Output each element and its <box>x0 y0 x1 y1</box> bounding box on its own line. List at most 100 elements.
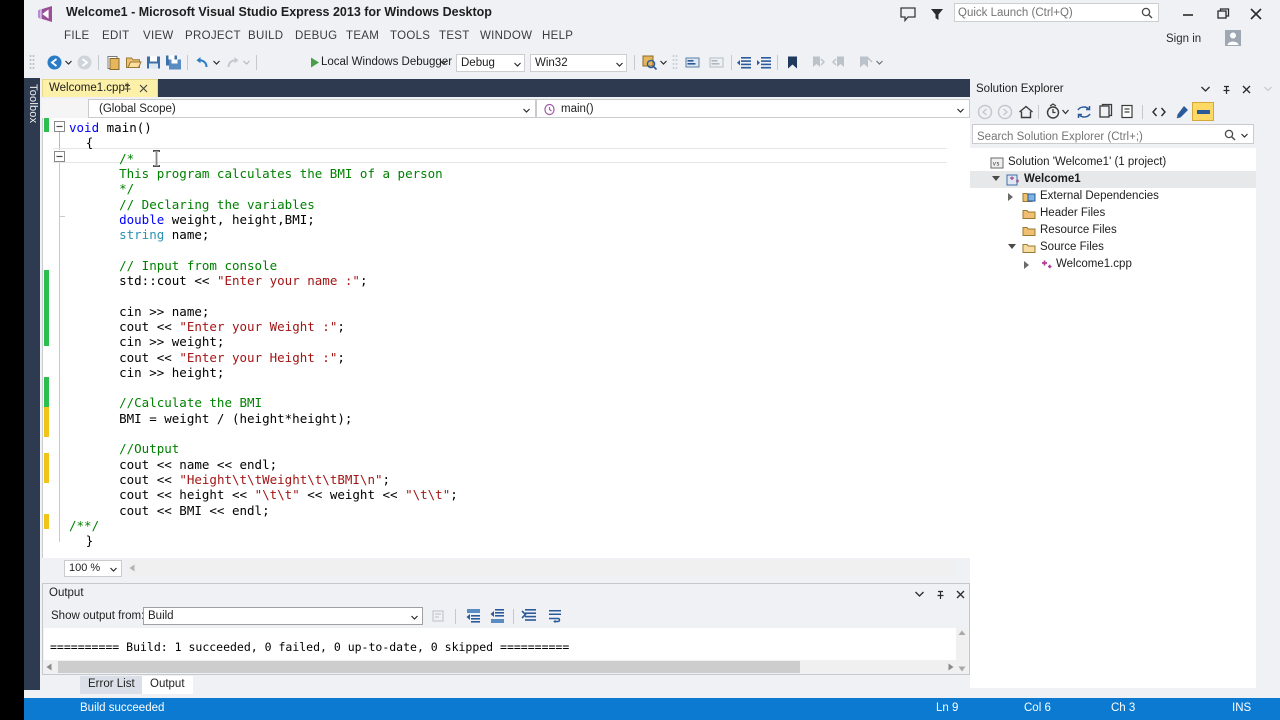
chevron-down-icon[interactable] <box>616 62 623 67</box>
redo-icon[interactable] <box>224 54 241 71</box>
minimize-icon[interactable] <box>1177 4 1199 24</box>
code-line[interactable]: cin >> height; <box>69 365 224 380</box>
scroll-left-arrow-icon[interactable] <box>129 564 135 572</box>
code-line[interactable]: { <box>69 135 94 150</box>
solution-tree[interactable]: vs Solution 'Welcome1' (1 project) Welcome… <box>970 148 1256 688</box>
code-line[interactable]: //Calculate the BMI <box>69 395 262 410</box>
menu-item-team[interactable]: TEAM <box>346 30 379 42</box>
tree-item-resource-files[interactable]: Resource Files <box>970 222 1256 239</box>
code-line[interactable]: cout << "Enter your Height :"; <box>69 350 345 365</box>
pending-changes-filter-icon[interactable] <box>1044 103 1062 121</box>
scope-combo[interactable]: (Global Scope) <box>88 99 536 118</box>
code-line[interactable]: void main() <box>69 120 152 135</box>
refresh-icon[interactable] <box>1097 103 1115 121</box>
code-line[interactable]: string name; <box>69 227 209 242</box>
chevron-down-icon[interactable] <box>1264 86 1272 92</box>
sync-with-active-document-icon[interactable] <box>1075 103 1093 121</box>
code-line[interactable]: // Declaring the variables <box>69 197 315 212</box>
code-line[interactable]: cin >> weight; <box>69 334 224 349</box>
tree-expander-collapsed-icon[interactable] <box>1008 193 1013 201</box>
chevron-down-icon[interactable] <box>65 60 72 65</box>
tree-item-header-files[interactable]: Header Files <box>970 205 1256 222</box>
toggle-word-wrap-icon[interactable] <box>547 608 563 624</box>
previous-bookmark-icon[interactable] <box>808 54 825 71</box>
navigate-back-icon[interactable] <box>46 54 63 71</box>
tab-output[interactable]: Output <box>142 676 193 694</box>
pin-icon[interactable] <box>1222 85 1231 95</box>
tree-expander-collapsed-icon[interactable] <box>1024 261 1029 269</box>
code-line[interactable]: cout << "Height\t\tWeight\t\tBMI\n"; <box>69 472 390 487</box>
tree-item-welcome1-cpp[interactable]: Welcome1.cpp <box>970 256 1256 273</box>
restore-icon[interactable] <box>1212 4 1234 24</box>
outlining-margin[interactable] <box>53 118 69 558</box>
home-icon[interactable] <box>1017 103 1035 121</box>
menu-item-debug[interactable]: DEBUG <box>295 30 337 42</box>
tree-expander-expanded-icon[interactable] <box>992 176 1000 181</box>
chevron-down-icon[interactable] <box>523 108 530 113</box>
collapse-outline-icon[interactable] <box>54 121 65 132</box>
filter-icon[interactable] <box>927 4 947 24</box>
comment-selection-icon[interactable] <box>684 54 701 71</box>
next-bookmark-icon[interactable] <box>832 54 849 71</box>
code-line[interactable]: cout << "Enter your Weight :"; <box>69 319 345 334</box>
bookmark-icon[interactable] <box>784 54 801 71</box>
toolbox-strip[interactable]: Toolbox <box>24 78 40 690</box>
chevron-down-icon[interactable] <box>1062 109 1069 115</box>
output-horizontal-scrollbar[interactable] <box>44 661 956 673</box>
code-line[interactable]: //Output <box>69 441 179 456</box>
tree-item-welcome1[interactable]: Welcome1 <box>970 171 1256 188</box>
navigate-forward-icon[interactable] <box>996 103 1014 121</box>
chevron-down-icon[interactable] <box>957 108 964 113</box>
decrease-indent-icon[interactable] <box>736 54 753 71</box>
code-line[interactable]: /* <box>69 151 134 166</box>
toolbar-grip[interactable] <box>672 54 678 70</box>
chevron-down-icon[interactable] <box>411 615 418 620</box>
uncomment-selection-icon[interactable] <box>708 54 725 71</box>
menu-item-test[interactable]: TEST <box>439 30 470 42</box>
scroll-down-arrow-icon[interactable] <box>958 666 966 672</box>
editor-horizontal-scrollbar[interactable] <box>126 560 954 576</box>
find-in-files-icon[interactable] <box>641 54 658 71</box>
output-vertical-scrollbar[interactable] <box>956 628 968 674</box>
close-icon[interactable] <box>1246 4 1268 24</box>
code-line[interactable]: cout << height << "\t\t" << weight << "\… <box>69 487 458 502</box>
close-icon[interactable] <box>956 590 965 599</box>
chevron-down-icon[interactable] <box>660 60 667 65</box>
open-file-icon[interactable] <box>125 54 142 71</box>
go-to-previous-message-icon[interactable] <box>465 607 482 624</box>
code-line[interactable]: double weight, height,BMI; <box>69 212 315 227</box>
clear-bookmarks-icon[interactable] <box>856 54 873 71</box>
zoom-combo[interactable]: 100 % <box>64 560 122 577</box>
chevron-down-icon[interactable] <box>514 62 521 67</box>
code-line[interactable]: } <box>69 533 94 548</box>
preview-selected-items-button[interactable] <box>1192 102 1214 121</box>
scrollbar-thumb[interactable] <box>58 661 800 673</box>
new-project-icon[interactable] <box>105 54 122 71</box>
code-line[interactable]: cout << name << endl; <box>69 457 277 472</box>
menu-item-help[interactable]: HELP <box>542 30 573 42</box>
go-to-next-message-icon[interactable] <box>489 607 506 624</box>
code-text[interactable]: void main(){/* This program calculates th… <box>69 118 959 558</box>
chevron-down-icon[interactable] <box>213 60 220 65</box>
menu-item-window[interactable]: WINDOW <box>480 30 532 42</box>
undo-icon[interactable] <box>194 54 211 71</box>
navigate-back-icon[interactable] <box>976 103 994 121</box>
code-line[interactable]: */ <box>69 181 134 196</box>
show-all-files-icon[interactable] <box>1150 103 1168 121</box>
navigate-forward-icon[interactable] <box>76 54 93 71</box>
feedback-icon[interactable] <box>898 4 918 24</box>
quick-launch-input[interactable] <box>955 4 1130 21</box>
code-line[interactable]: cout << BMI << endl; <box>69 503 270 518</box>
scroll-right-arrow-icon[interactable] <box>948 663 954 671</box>
chevron-down-icon[interactable] <box>243 60 250 65</box>
scroll-left-arrow-icon[interactable] <box>46 663 52 671</box>
tree-item-solution-welcome1-1-project[interactable]: vs Solution 'Welcome1' (1 project) <box>970 154 1256 171</box>
solution-explorer-search[interactable] <box>972 124 1254 146</box>
properties-icon[interactable] <box>1173 103 1191 121</box>
close-icon[interactable] <box>139 84 148 93</box>
chevron-down-icon[interactable] <box>110 567 117 572</box>
platform-combo[interactable]: Win32 <box>530 54 627 72</box>
menu-item-tools[interactable]: TOOLS <box>390 30 430 42</box>
search-input[interactable] <box>977 128 1217 146</box>
pin-icon[interactable] <box>123 84 132 93</box>
